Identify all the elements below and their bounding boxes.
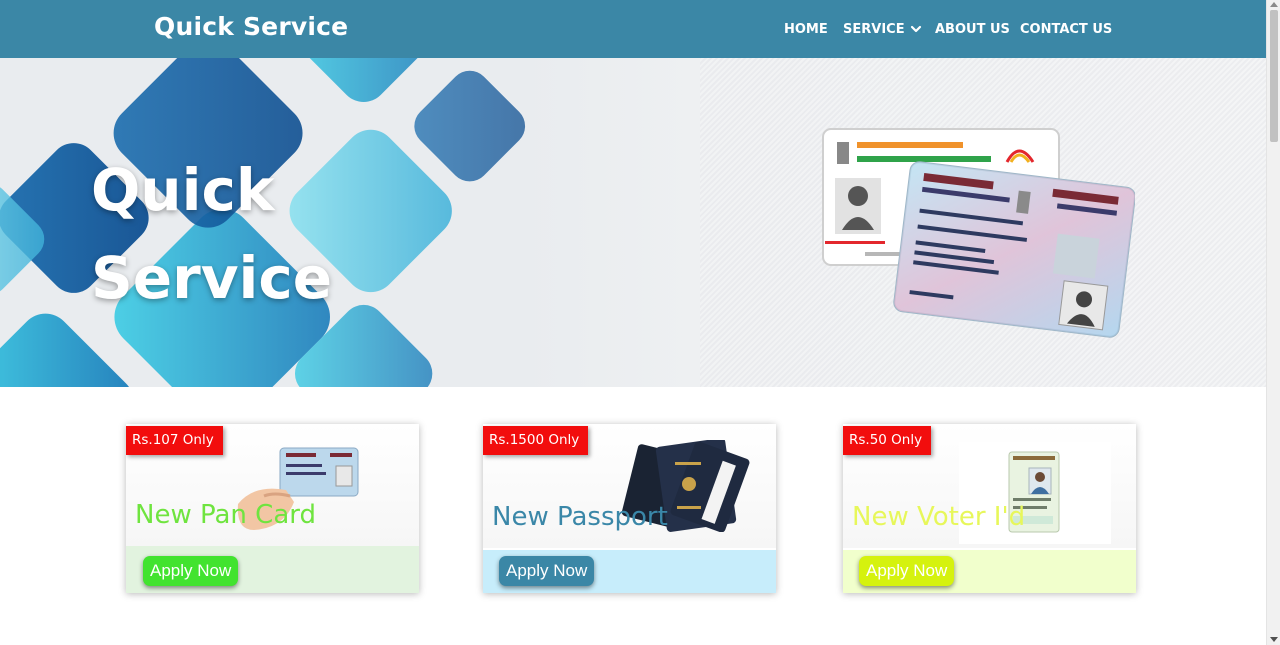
- price-badge: Rs.107 Only: [126, 426, 223, 455]
- hero-banner: Quick Service: [0, 58, 1266, 387]
- apply-now-button[interactable]: Apply Now: [499, 556, 595, 586]
- nav-about-label: ABOUT US: [935, 21, 1010, 37]
- page-scrollbar[interactable]: [1266, 0, 1280, 645]
- nav-home[interactable]: HOME: [784, 20, 828, 38]
- price-badge: Rs.1500 Only: [483, 426, 589, 455]
- hero-title: Quick Service: [91, 146, 332, 322]
- service-card-voter-id[interactable]: Rs.50 Only New Voter I'd Apply Now: [843, 424, 1136, 593]
- navbar: Quick Service HOME SERVICE ABOUT US CONT…: [0, 0, 1266, 58]
- id-cards-illustration: [822, 128, 1135, 338]
- service-title: New Pan Card: [135, 500, 316, 530]
- chevron-down-icon: [910, 25, 921, 33]
- service-title: New Voter I'd: [852, 502, 1026, 532]
- nav-home-label: HOME: [784, 21, 828, 37]
- nav-contact-us[interactable]: CONTACT US: [1020, 20, 1112, 38]
- scroll-up-arrow-icon[interactable]: [1270, 2, 1278, 7]
- nav-contact-label: CONTACT US: [1020, 21, 1113, 37]
- scroll-thumb[interactable]: [1270, 10, 1278, 142]
- nav-about-us[interactable]: ABOUT US: [935, 20, 1010, 38]
- service-card-pan[interactable]: Rs.107 Only New Pan Card Apply Now: [126, 424, 419, 593]
- apply-now-button[interactable]: Apply Now: [143, 556, 239, 586]
- nav-service[interactable]: SERVICE: [843, 20, 923, 38]
- scroll-down-arrow-icon[interactable]: [1270, 637, 1278, 642]
- hero-title-line-1: Quick: [91, 156, 275, 224]
- apply-now-button[interactable]: Apply Now: [859, 556, 955, 586]
- service-card-passport[interactable]: Rs.1500 Only New Passport Apply Now: [483, 424, 776, 593]
- service-title: New Passport: [492, 502, 668, 532]
- nav-service-label: SERVICE: [843, 21, 905, 37]
- price-badge: Rs.50 Only: [843, 426, 932, 455]
- hero-title-line-2: Service: [91, 244, 333, 312]
- brand-logo[interactable]: Quick Service: [154, 12, 348, 41]
